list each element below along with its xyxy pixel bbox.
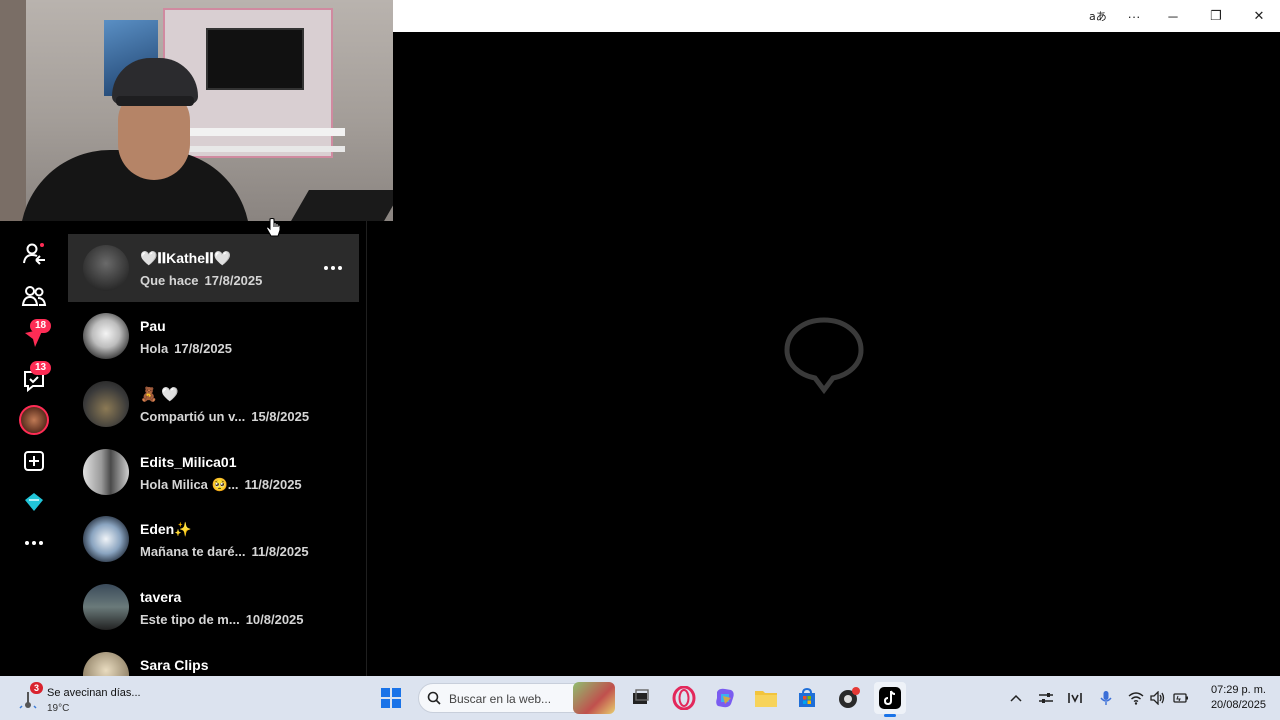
start-button[interactable] <box>375 682 407 714</box>
conversation-item[interactable]: Pau Hola 17/8/2025 <box>68 302 359 370</box>
left-nav: 18 13 <box>0 215 68 676</box>
chat-main-pane <box>367 32 1280 676</box>
conversation-name: Eden✨ <box>140 521 192 537</box>
weather-temp: 19°C <box>47 703 70 714</box>
messages-icon[interactable]: 13 <box>18 361 52 396</box>
conversation-preview-row: Este tipo de m... 10/8/2025 <box>140 612 304 627</box>
minimize-button[interactable]: ─ <box>1153 0 1193 32</box>
wifi-icon[interactable] <box>1126 688 1146 708</box>
conversation-name: 🤍𝐈𝐈Kathe𝐈𝐈🤍 <box>140 250 232 266</box>
translate-icon[interactable]: aあ <box>1078 0 1118 32</box>
search-icon <box>427 691 441 710</box>
settings-sliders-icon[interactable] <box>1036 688 1056 708</box>
conversation-item[interactable]: Eden✨ Mañana te daré... 11/8/2025 <box>68 505 359 573</box>
activity-icon[interactable]: 18 <box>18 319 52 354</box>
chat-bubble-icon <box>783 314 865 396</box>
upload-icon[interactable] <box>18 445 50 477</box>
conversation-item[interactable]: tavera Este tipo de m... 10/8/2025 <box>68 573 359 641</box>
restore-button[interactable]: ❐ <box>1196 0 1236 32</box>
live-avatar-icon[interactable] <box>18 404 50 436</box>
conversation-item[interactable]: Edits_Milica01 Hola Milica 🥺... 11/8/2025 <box>68 438 359 506</box>
conversation-preview: Que hace <box>140 273 199 288</box>
conversation-more-button[interactable] <box>321 256 345 280</box>
more-icon[interactable] <box>18 527 50 559</box>
opera-icon[interactable] <box>668 682 700 714</box>
avatar <box>83 652 129 676</box>
conversation-item[interactable]: 🤍𝐈𝐈Kathe𝐈𝐈🤍 Que hace 17/8/2025 <box>68 234 359 302</box>
webcam-shelf-lower <box>180 146 345 152</box>
conversation-preview: Mañana te daré... <box>140 544 246 559</box>
task-view-icon[interactable] <box>624 682 656 714</box>
volume-icon[interactable] <box>1148 688 1168 708</box>
avatar <box>83 584 129 630</box>
conversation-name: Edits_Milica01 <box>140 454 237 470</box>
conversation-preview: Hola Milica 🥺... <box>140 477 239 492</box>
conversation-preview-row: Mañana te daré... 11/8/2025 <box>140 544 309 559</box>
conversation-preview-row: Compartió un v... 15/8/2025 <box>140 409 309 424</box>
following-icon[interactable] <box>18 238 50 270</box>
conversation-date: 17/8/2025 <box>174 341 233 356</box>
weather-badge: 3 <box>30 682 44 694</box>
avatar <box>83 449 129 495</box>
close-button[interactable]: ✕ <box>1239 0 1279 32</box>
media-icon[interactable] <box>1065 688 1085 708</box>
more-options-button[interactable]: ··· <box>1114 0 1154 32</box>
conversation-date: 11/8/2025 <box>251 544 309 559</box>
webcam-tv <box>206 28 304 90</box>
conversation-name: tavera <box>140 589 182 605</box>
weather-text: Se avecinan días... <box>47 687 141 699</box>
clock-date: 20/08/2025 <box>1210 699 1266 711</box>
conversation-date: 17/8/2025 <box>204 273 263 288</box>
svg-text:aあ: aあ <box>1089 10 1107 23</box>
conversation-name: Pau <box>140 318 166 334</box>
battery-icon[interactable] <box>1171 688 1191 708</box>
webcam-door <box>0 0 26 221</box>
messages-badge: 13 <box>30 361 52 375</box>
file-explorer-icon[interactable] <box>750 682 782 714</box>
conversation-date: 15/8/2025 <box>251 409 310 424</box>
store-icon[interactable] <box>791 682 823 714</box>
search-highlight-image <box>573 682 615 714</box>
obs-icon[interactable] <box>833 682 865 714</box>
conversation-name: 🧸 🤍 <box>140 386 179 402</box>
conversation-preview-row: Hola 17/8/2025 <box>140 341 232 356</box>
webcam-shelf <box>180 128 345 136</box>
copilot-icon[interactable] <box>709 682 741 714</box>
conversation-date: 11/8/2025 <box>244 477 302 492</box>
clock-time: 07:29 p. m. <box>1210 684 1266 696</box>
coins-icon[interactable] <box>18 486 50 518</box>
conversation-item[interactable]: Sara Clips <box>68 641 359 676</box>
avatar <box>83 381 129 427</box>
conversation-list[interactable]: 🤍𝐈𝐈Kathe𝐈𝐈🤍 Que hace 17/8/2025 Pau Hola 17… <box>68 233 359 676</box>
webcam-overlay <box>0 0 393 221</box>
window-titlebar: aあ ··· ─ ❐ ✕ <box>393 0 1280 32</box>
conversation-preview: Compartió un v... <box>140 409 246 424</box>
search-placeholder: Buscar en la web... <box>449 692 552 706</box>
conversation-name: Sara Clips <box>140 657 209 673</box>
conversation-preview: Este tipo de m... <box>140 612 240 627</box>
weather-widget[interactable]: 3 Se avecinan días... 19°C <box>14 682 174 714</box>
avatar <box>83 516 129 562</box>
hand-cursor-icon <box>265 218 281 243</box>
microphone-icon[interactable] <box>1096 688 1116 708</box>
conversation-item[interactable]: 🧸 🤍 Compartió un v... 15/8/2025 <box>68 370 359 438</box>
taskbar: 3 Se avecinan días... 19°C Buscar en la … <box>0 676 1280 720</box>
conversation-preview-row: Que hace 17/8/2025 <box>140 273 262 288</box>
conversation-preview: Hola <box>140 341 169 356</box>
webcam-chair <box>291 190 393 221</box>
friends-icon[interactable] <box>18 280 50 312</box>
clock[interactable]: 07:29 p. m. 20/08/2025 <box>1211 683 1266 713</box>
taskbar-search[interactable]: Buscar en la web... <box>418 682 615 714</box>
screen: aあ ··· ─ ❐ ✕ 18 13 🤍𝐈𝐈Kathe𝐈𝐈🤍 Que hace … <box>0 0 1280 720</box>
conversation-date: 10/8/2025 <box>245 612 304 627</box>
activity-badge: 18 <box>30 319 52 333</box>
avatar <box>83 245 129 291</box>
avatar <box>83 313 129 359</box>
conversation-preview-row: Hola Milica 🥺... 11/8/2025 <box>140 477 302 493</box>
tiktok-icon[interactable] <box>874 682 906 717</box>
chevron-up-icon[interactable] <box>1006 688 1026 708</box>
webcam-cap-brim <box>116 96 194 106</box>
